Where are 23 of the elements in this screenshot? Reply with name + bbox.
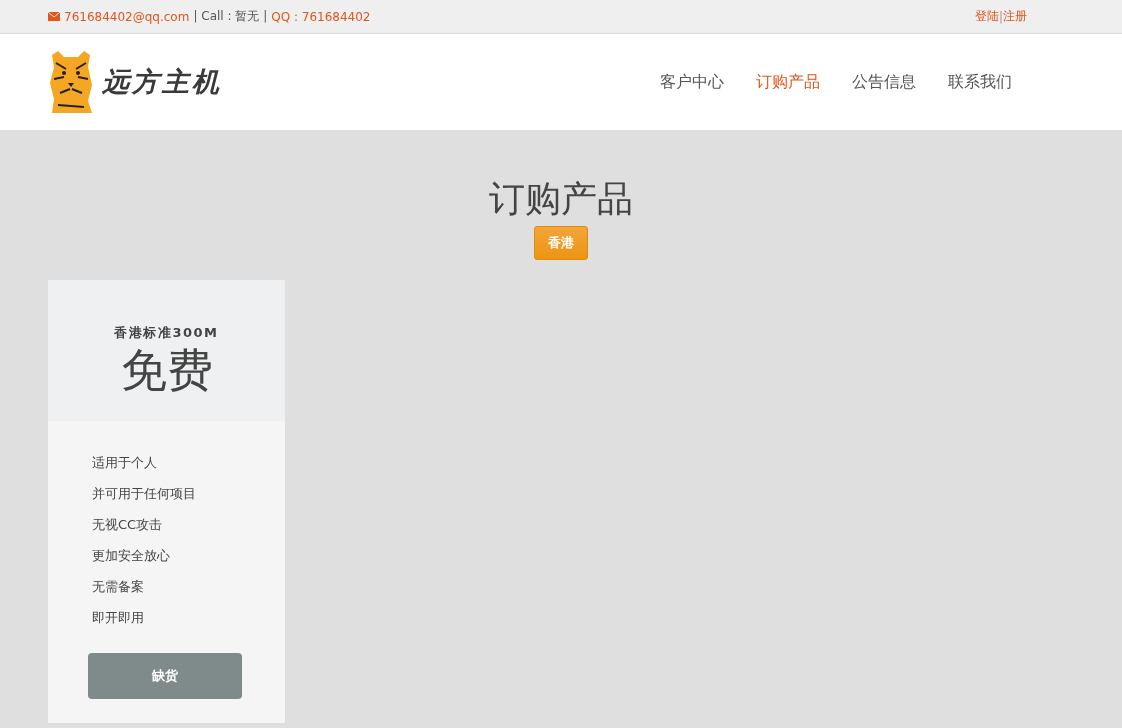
nav-link[interactable]: 客户中心 — [660, 71, 724, 93]
feature-text: 无视CC攻击 — [92, 516, 164, 534]
feature-text: 即开即用 — [92, 609, 145, 627]
region-tab[interactable]: 香港 — [534, 226, 588, 260]
product-price: 免费 — [120, 342, 213, 398]
feature-text: 并可用于任何项目 — [92, 485, 197, 503]
feature-text: 适用于个人 — [92, 454, 158, 472]
login-link[interactable]: 登陆 — [974, 8, 999, 25]
feature-text: 无需备案 — [92, 578, 145, 596]
nav-link[interactable]: 公告信息 — [852, 71, 916, 93]
email-text: 761684402@qq.com — [64, 9, 190, 24]
feature-text: 更加安全放心 — [92, 547, 171, 565]
call-text: | Call : 暂无 | — [193, 8, 268, 25]
logo-text: 远方主机 — [102, 65, 222, 99]
qq-text: QQ : 761684402 — [271, 9, 371, 24]
nav-link[interactable]: 订购产品 — [756, 71, 820, 93]
page-title: 订购产品 — [488, 177, 634, 221]
nav-link[interactable]: 联系我们 — [948, 71, 1012, 93]
register-link[interactable]: 注册 — [1003, 8, 1027, 25]
product-name: 香港标准300M — [114, 324, 219, 342]
separator-text: | — [998, 9, 1003, 24]
tiger-drawing — [48, 49, 94, 115]
mail-icon — [48, 12, 60, 21]
